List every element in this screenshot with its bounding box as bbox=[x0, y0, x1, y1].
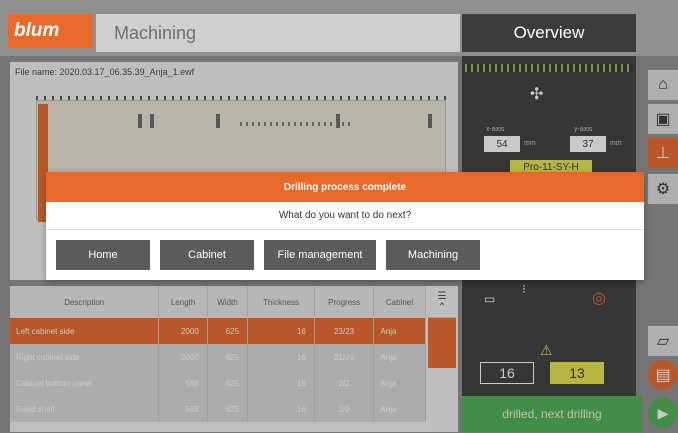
home-button[interactable]: Home bbox=[56, 240, 150, 270]
page-title: Machining bbox=[96, 14, 460, 52]
file-management-button[interactable]: File management bbox=[264, 240, 376, 270]
dialog-title: Drilling process complete bbox=[46, 172, 644, 202]
drilling-complete-dialog: Drilling process complete What do you wa… bbox=[46, 172, 644, 280]
machining-button[interactable]: Machining bbox=[386, 240, 480, 270]
overview-title: Overview bbox=[462, 14, 636, 52]
dialog-actions: Home Cabinet File management Machining bbox=[56, 240, 480, 270]
app-header: blum Machining Overview bbox=[0, 0, 678, 56]
cabinet-button[interactable]: Cabinet bbox=[160, 240, 254, 270]
dialog-subtitle: What do you want to do next? bbox=[46, 202, 644, 230]
blum-logo: blum bbox=[8, 14, 93, 48]
